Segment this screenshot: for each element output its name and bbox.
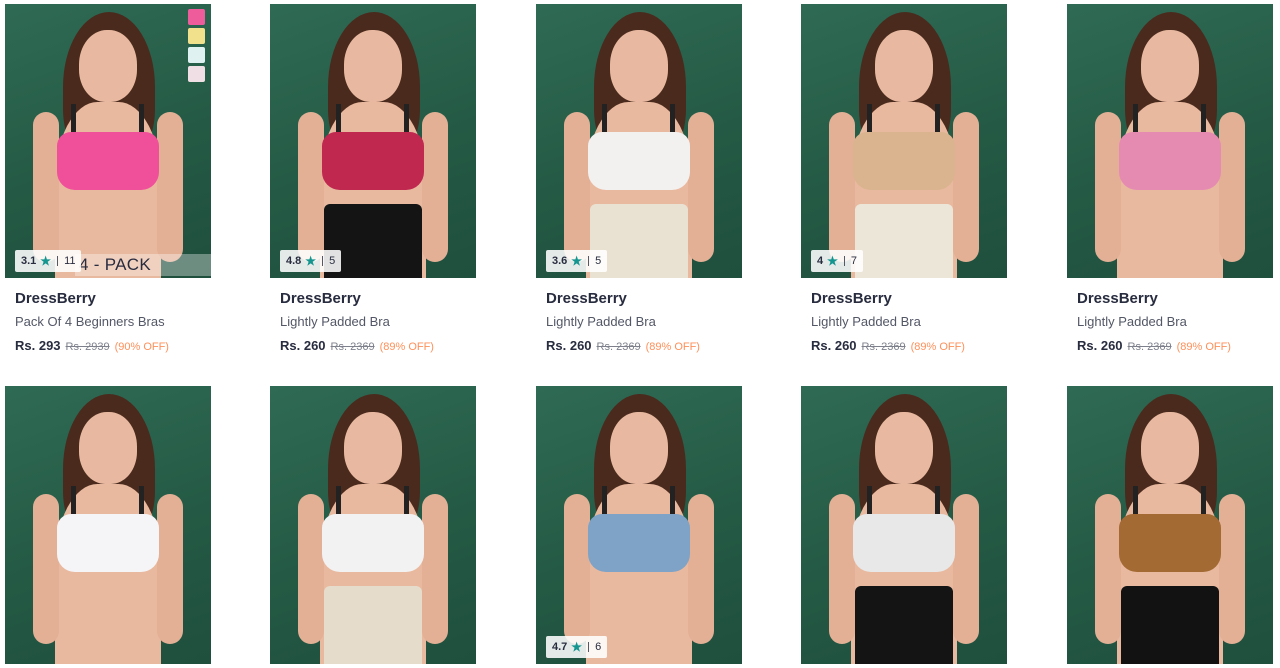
product-mrp: Rs. 2369	[596, 341, 641, 353]
product-card[interactable]: 4.7 ★ 6	[536, 386, 742, 664]
product-brand: DressBerry	[1077, 290, 1158, 307]
product-mrp: Rs. 2369	[861, 341, 906, 353]
product-mrp: Rs. 2939	[65, 341, 110, 353]
product-card[interactable]: 3.6 ★ 5 DressBerry Lightly Padded Bra Rs. 260…	[536, 4, 742, 353]
product-info: DressBerry Lightly Padded Bra Rs. 260 Rs. 2…	[1067, 278, 1273, 353]
product-discount: (89% OFF)	[910, 341, 965, 353]
rating-count: 5	[329, 255, 336, 267]
divider	[588, 642, 590, 652]
color-swatch[interactable]	[188, 9, 205, 25]
product-image[interactable]	[801, 386, 1007, 664]
product-price: Rs. 293	[15, 338, 61, 353]
product-name: Lightly Padded Bra	[546, 314, 656, 329]
rating-count: 11	[64, 255, 76, 267]
rating-value: 3.1	[21, 255, 37, 267]
color-swatch[interactable]	[188, 47, 205, 63]
rating-value: 3.6	[552, 255, 568, 267]
product-name: Lightly Padded Bra	[811, 314, 921, 329]
product-brand: DressBerry	[546, 290, 627, 307]
product-image[interactable]: 4.7 ★ 6	[536, 386, 742, 664]
product-info: DressBerry Lightly Padded Bra Rs. 260 Rs. 2…	[270, 278, 476, 353]
star-icon: ★	[40, 254, 52, 268]
rating-badge: 4 ★ 7	[811, 250, 864, 272]
product-discount: (89% OFF)	[645, 341, 700, 353]
product-card[interactable]: 4 - PACK 3.1 ★ 11 DressBerry Pack Of 4 Beginn…	[5, 4, 211, 353]
rating-value: 4.8	[286, 255, 302, 267]
price-row: Rs. 260 Rs. 2369 (89% OFF)	[811, 338, 997, 353]
model-photo	[801, 386, 1007, 664]
price-row: Rs. 293 Rs. 2939 (90% OFF)	[15, 338, 201, 353]
product-discount: (89% OFF)	[1176, 341, 1231, 353]
product-image[interactable]: 4.8 ★ 5	[270, 4, 476, 278]
model-photo	[270, 4, 476, 278]
price-row: Rs. 260 Rs. 2369 (89% OFF)	[280, 338, 466, 353]
model-photo	[536, 4, 742, 278]
product-brand: DressBerry	[280, 290, 361, 307]
divider	[843, 256, 845, 266]
product-mrp: Rs. 2369	[1127, 341, 1172, 353]
rating-badge: 4.8 ★ 5	[280, 250, 342, 272]
product-image[interactable]	[1067, 4, 1273, 278]
product-discount: (89% OFF)	[379, 341, 434, 353]
color-swatches[interactable]	[188, 9, 205, 82]
rating-badge: 3.1 ★ 11	[15, 250, 82, 272]
divider	[57, 256, 59, 266]
product-image[interactable]	[5, 386, 211, 664]
product-card[interactable]	[1067, 386, 1273, 664]
product-image[interactable]: 4 - PACK 3.1 ★ 11	[5, 4, 211, 278]
star-icon: ★	[827, 254, 838, 268]
divider	[322, 256, 324, 266]
divider	[588, 256, 590, 266]
product-brand: DressBerry	[15, 290, 96, 307]
color-swatch[interactable]	[188, 66, 205, 82]
product-info: DressBerry Lightly Padded Bra Rs. 260 Rs. 2…	[801, 278, 1007, 353]
product-card[interactable]	[801, 386, 1007, 664]
product-card[interactable]: 4 ★ 7 DressBerry Lightly Padded Bra Rs. 260 Rs…	[801, 4, 1007, 353]
rating-count: 6	[595, 641, 602, 653]
product-brand: DressBerry	[811, 290, 892, 307]
product-name: Lightly Padded Bra	[1077, 314, 1187, 329]
product-name: Pack Of 4 Beginners Bras	[15, 314, 165, 329]
product-image[interactable]: 4 ★ 7	[801, 4, 1007, 278]
product-name: Lightly Padded Bra	[280, 314, 390, 329]
star-icon: ★	[571, 254, 583, 268]
color-swatch[interactable]	[188, 28, 205, 44]
product-price: Rs. 260	[811, 338, 857, 353]
model-photo	[536, 386, 742, 664]
rating-value: 4	[817, 255, 824, 267]
price-row: Rs. 260 Rs. 2369 (89% OFF)	[1077, 338, 1263, 353]
rating-count: 7	[850, 255, 858, 267]
rating-count: 5	[595, 255, 602, 267]
product-info: DressBerry Pack Of 4 Beginners Bras Rs. 29…	[5, 278, 211, 353]
product-mrp: Rs. 2369	[330, 341, 375, 353]
product-price: Rs. 260	[1077, 338, 1123, 353]
product-card[interactable]	[270, 386, 476, 664]
product-price: Rs. 260	[546, 338, 592, 353]
model-photo	[801, 4, 1007, 278]
star-icon: ★	[305, 254, 317, 268]
product-image[interactable]	[270, 386, 476, 664]
product-card[interactable]	[5, 386, 211, 664]
model-photo	[5, 386, 211, 664]
model-photo	[5, 4, 211, 278]
product-card[interactable]: 4.8 ★ 5 DressBerry Lightly Padded Bra Rs. 260…	[270, 4, 476, 353]
price-row: Rs. 260 Rs. 2369 (89% OFF)	[546, 338, 732, 353]
rating-badge: 4.7 ★ 6	[546, 636, 608, 658]
product-image[interactable]	[1067, 386, 1273, 664]
product-card[interactable]: DressBerry Lightly Padded Bra Rs. 260 Rs. 2…	[1067, 4, 1273, 353]
model-photo	[270, 386, 476, 664]
product-image[interactable]: 3.6 ★ 5	[536, 4, 742, 278]
product-price: Rs. 260	[280, 338, 326, 353]
rating-badge: 3.6 ★ 5	[546, 250, 608, 272]
rating-value: 4.7	[552, 641, 568, 653]
model-photo	[1067, 386, 1273, 664]
star-icon: ★	[571, 640, 583, 654]
product-discount: (90% OFF)	[114, 341, 169, 353]
pack-label: 4 - PACK	[75, 254, 211, 276]
model-photo	[1067, 4, 1273, 278]
product-info: DressBerry Lightly Padded Bra Rs. 260 Rs. 2…	[536, 278, 742, 353]
